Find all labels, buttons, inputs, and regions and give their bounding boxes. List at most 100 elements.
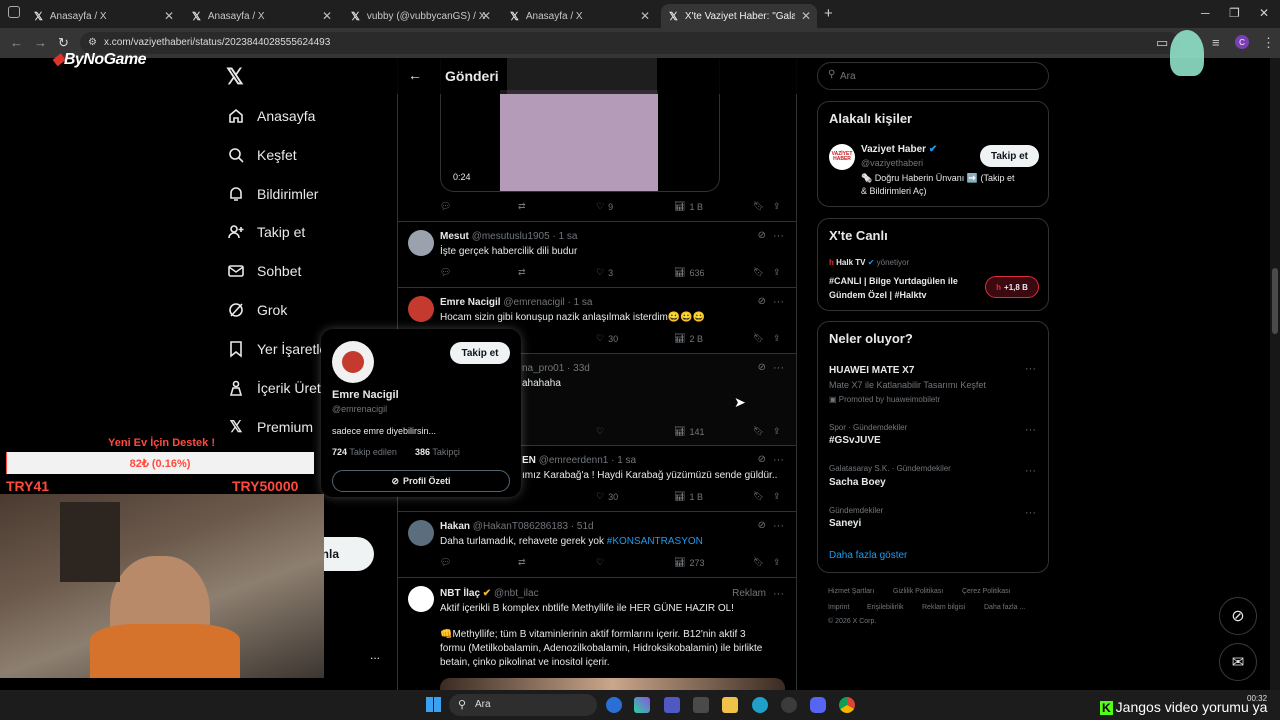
back-icon[interactable]: ← (10, 35, 23, 50)
avatar[interactable] (408, 520, 434, 546)
author-name[interactable]: NBT İlaç (440, 588, 480, 599)
bookmark-action[interactable]: 🔖︎ (753, 557, 764, 568)
footer-link[interactable]: Çerez Politikası (962, 588, 1011, 595)
bookmark-action[interactable]: 🔖︎ (753, 491, 764, 502)
views-action[interactable]: 📊︎ 1 B (674, 491, 703, 502)
like-action[interactable]: ♡ 30 (596, 333, 618, 344)
more-icon[interactable]: ··· (773, 588, 784, 600)
minimize-icon[interactable]: ─ (1201, 6, 1210, 20)
like-action[interactable]: ♡ (596, 426, 604, 437)
reply-tweet[interactable]: Hakan @HakanT086286183 · 51d Daha turlam… (398, 512, 796, 578)
author-handle[interactable]: na_pro01 (522, 363, 564, 374)
trend-name[interactable]: Saneyi (829, 518, 861, 529)
trend-name[interactable]: #GSvJUVE (829, 435, 881, 446)
timestamp[interactable]: 1 sa (617, 455, 636, 466)
views-action[interactable]: 📊︎ 1 B (674, 201, 703, 212)
bookmark-action[interactable]: 🔖︎ (753, 201, 764, 212)
reading-list-icon[interactable]: ≡ (1212, 35, 1220, 50)
nav-creator[interactable]: İçerik Üret (227, 376, 321, 400)
author-name[interactable]: Emre Nacigil (440, 297, 501, 308)
author-name[interactable]: Vaziyet Haber (861, 144, 926, 155)
footer-link[interactable]: Hizmet Şartları (828, 588, 874, 595)
footer-link[interactable]: Daha fazla ... (984, 604, 1025, 611)
live-listeners-badge[interactable]: h +1,8 B (985, 276, 1039, 298)
browser-tab[interactable]: 𝕏 Anasayfa / X ✕ (184, 4, 338, 28)
author-handle[interactable]: @HakanT086286183 (473, 521, 568, 532)
nav-grok[interactable]: Grok (227, 298, 287, 322)
author-name[interactable]: Hakan (440, 521, 470, 532)
scrollbar-thumb[interactable] (1272, 268, 1278, 334)
author-name[interactable]: Mesut (440, 231, 469, 242)
grok-icon[interactable]: ⊘ (758, 520, 766, 531)
profile-name[interactable]: Emre Nacigil (332, 389, 399, 401)
retweet-action[interactable]: ⇄ (518, 557, 526, 568)
grok-floating-button[interactable]: ⊘ (1219, 597, 1257, 635)
reply-action[interactable]: 💬︎ (440, 267, 451, 278)
taskbar-app-icon[interactable] (693, 697, 709, 713)
footer-link[interactable]: Imprint (828, 604, 849, 611)
cast-icon[interactable]: ▭ (1156, 35, 1168, 51)
avatar[interactable] (332, 341, 374, 383)
reply-action[interactable]: 💬︎ (440, 557, 451, 568)
browser-tab[interactable]: 𝕏 Anasayfa / X ✕ (26, 4, 180, 28)
close-tab-icon[interactable]: ✕ (640, 9, 650, 23)
video-thumbnail[interactable] (500, 90, 658, 191)
like-action[interactable]: ♡ (596, 557, 604, 568)
author-handle[interactable]: @emrenacigil (503, 297, 564, 308)
close-tab-icon[interactable]: ✕ (322, 9, 332, 23)
more-icon[interactable]: ··· (773, 520, 784, 532)
following-stat[interactable]: 724 Takip edilen (332, 447, 397, 457)
followers-stat[interactable]: 386 Takipçi (415, 447, 460, 457)
trend-description[interactable]: Mate X7 ile Katlanabilir Tasarımı Keşfet (829, 380, 986, 390)
close-window-icon[interactable]: ✕ (1259, 6, 1269, 20)
retweet-action[interactable]: ⇄ (518, 267, 526, 278)
hashtag-link[interactable]: #KONSANTRASYON (607, 536, 703, 547)
profile-handle[interactable]: @emrenacigil (332, 404, 387, 414)
timestamp[interactable]: 1 sa (574, 297, 593, 308)
nav-chat[interactable]: Sohbet (227, 259, 301, 283)
nav-explore[interactable]: Keşfet (227, 143, 297, 167)
timestamp[interactable]: 33d (573, 363, 590, 374)
taskbar-app-icon[interactable] (606, 697, 622, 713)
discord-icon[interactable] (810, 697, 826, 713)
share-action[interactable]: ⇪ (773, 426, 781, 437)
scrollbar[interactable] (1270, 58, 1280, 690)
author-name[interactable]: EN (522, 455, 536, 466)
messages-floating-button[interactable]: ✉ (1219, 643, 1257, 681)
share-action[interactable]: ⇪ (773, 557, 781, 568)
browser-tab-active[interactable]: 𝕏X'te Vaziyet Haber: "Galatasaray✕ (661, 4, 817, 28)
more-icon[interactable]: ··· (773, 296, 784, 308)
bookmark-action[interactable]: 🔖︎ (753, 333, 764, 344)
grok-icon[interactable]: ⊘ (758, 296, 766, 307)
timestamp[interactable]: 1 sa (559, 231, 578, 242)
forward-icon[interactable]: → (34, 35, 47, 50)
nav-home[interactable]: Anasayfa (227, 104, 315, 128)
host-name[interactable]: Halk TV (836, 258, 865, 267)
like-action[interactable]: ♡ 30 (596, 491, 618, 502)
site-info-icon[interactable]: ⚙ (88, 37, 97, 48)
bookmark-action[interactable]: 🔖︎ (753, 426, 764, 437)
windows-start-icon[interactable] (426, 697, 441, 712)
edge-icon[interactable] (752, 697, 768, 713)
more-icon[interactable]: ··· (773, 362, 784, 374)
promoted-tweet[interactable]: NBT İlaç ✔ @nbt_ilac Reklam ··· Aktif iç… (398, 578, 796, 690)
author-handle[interactable]: @vaziyethaberi (861, 158, 923, 168)
taskbar-search[interactable]: ⚲ Ara (449, 694, 597, 716)
browser-tab[interactable]: 𝕏 Anasayfa / X ✕ (502, 4, 656, 28)
more-icon[interactable]: ··· (1025, 363, 1036, 375)
more-icon[interactable]: ··· (1025, 507, 1036, 519)
live-title[interactable]: Gündem Özel | #Halktv (829, 290, 927, 300)
avatar[interactable] (408, 230, 434, 256)
x-logo[interactable]: 𝕏 (226, 64, 244, 90)
close-tab-icon[interactable]: ✕ (801, 9, 811, 23)
reply-tweet[interactable]: Mesut @mesutuslu1905 · 1 sa İşte gerçek … (398, 222, 796, 288)
ad-image[interactable] (440, 678, 785, 690)
grok-icon[interactable]: ⊘ (758, 230, 766, 241)
taskbar-app-icon[interactable] (634, 697, 650, 713)
profile-summary-button[interactable]: ⊘ Profil Özeti (332, 470, 510, 492)
more-icon[interactable]: ··· (773, 230, 784, 242)
nav-notifications[interactable]: Bildirimler (227, 182, 318, 206)
new-tab-button[interactable]: + (824, 5, 833, 22)
menu-icon[interactable]: ⋮ (1262, 35, 1275, 51)
bookmark-action[interactable]: 🔖︎ (753, 267, 764, 278)
